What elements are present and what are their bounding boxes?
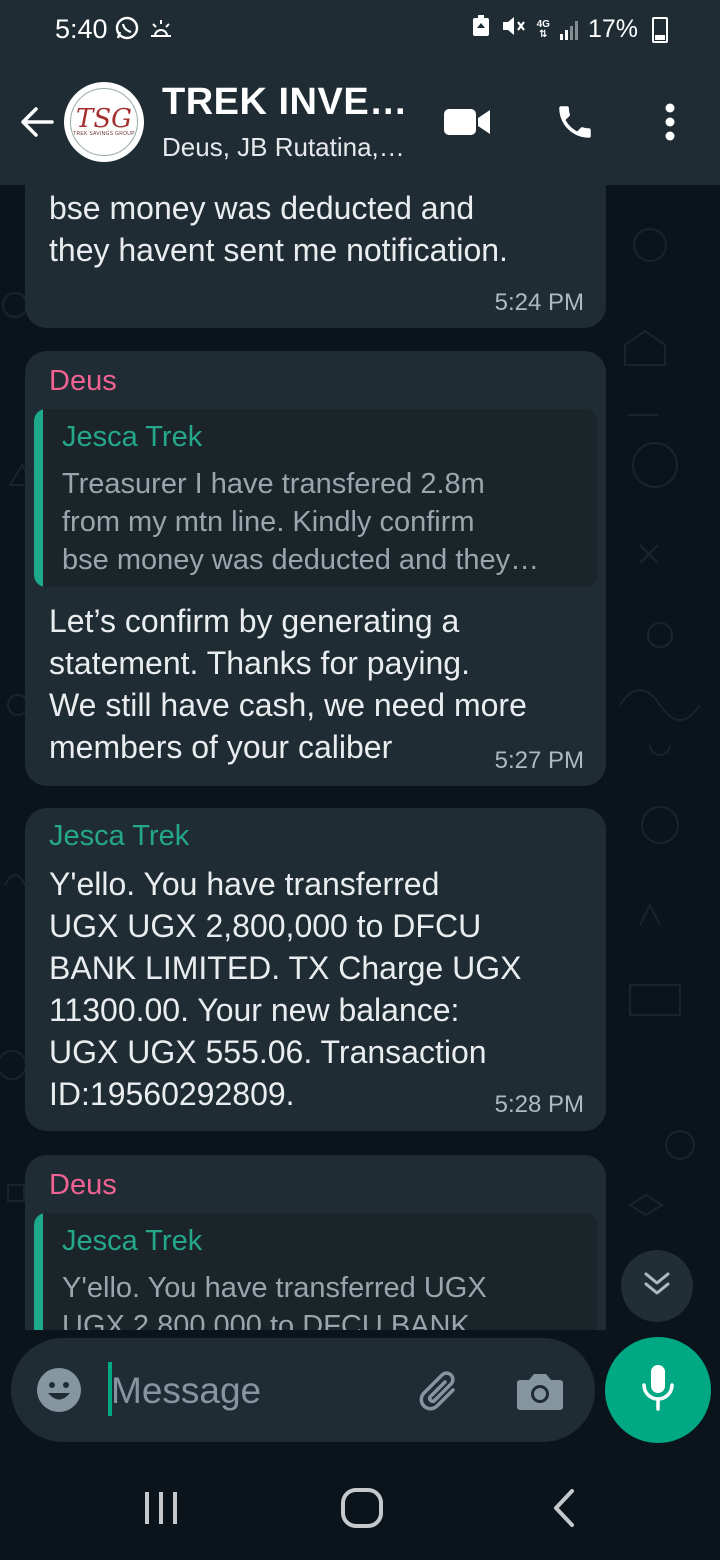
message-bubble[interactable]: bse money was deducted and they havent s… (25, 185, 606, 328)
status-bar: 5:40 4G ⇅ 17% (0, 0, 720, 62)
message-line: Let’s confirm by generating a (49, 603, 460, 639)
chat-title[interactable]: TREK INVE… (162, 81, 408, 124)
recent-apps-button[interactable] (131, 1480, 191, 1540)
paperclip-icon[interactable] (415, 1366, 467, 1418)
message-text: bse money was deducted and they havent s… (49, 187, 508, 271)
message-line: BANK LIMITED. TX Charge UGX (49, 950, 522, 986)
quoted-text: Y'ello. You have transferred UGX UGX 2,8… (62, 1269, 487, 1330)
message-line: statement. Thanks for paying. (49, 645, 470, 681)
message-line: Y'ello. You have transferred (49, 866, 440, 902)
status-time: 5:40 (55, 14, 108, 44)
message-text: Y'ello. You have transferred UGX UGX 2,8… (49, 863, 521, 1115)
message-bubble[interactable]: Deus Jesca Trek Treasurer I have transfe… (25, 351, 606, 786)
camera-icon[interactable] (515, 1368, 565, 1414)
quoted-line: Y'ello. You have transferred UGX (62, 1272, 487, 1304)
message-time: 5:28 PM (494, 1091, 584, 1118)
microphone-icon (640, 1363, 676, 1418)
signal-icon (559, 20, 578, 40)
more-options-button[interactable] (644, 98, 696, 150)
quoted-text: Treasurer I have transfered 2.8m from my… (62, 465, 539, 579)
avatar-caption: TREK SAVINGS GROUP (73, 131, 135, 137)
message-time: 5:27 PM (494, 747, 584, 774)
battery-icon (652, 16, 668, 43)
quoted-line: UGX 2,800,000 to DFCU BANK (62, 1310, 470, 1330)
scroll-to-bottom-button[interactable] (621, 1250, 693, 1322)
message-line: bse money was deducted and (49, 190, 475, 226)
quoted-line: from my mtn line. Kindly confirm (62, 506, 475, 538)
battery-percent: 17% (587, 15, 638, 43)
battery-saver-icon (471, 14, 491, 45)
quote-accent-bar (34, 409, 43, 587)
video-camera-icon (443, 106, 491, 143)
message-line: they havent sent me notification. (49, 232, 508, 268)
lte-icon: 4G ⇅ (536, 18, 550, 40)
message-text: Let’s confirm by generating a statement.… (49, 600, 527, 768)
quoted-message[interactable]: Jesca Trek Y'ello. You have transferred … (34, 1213, 597, 1330)
double-chevron-down-icon (640, 1269, 674, 1304)
quote-accent-bar (34, 1213, 43, 1330)
weather-icon (148, 16, 174, 45)
back-button[interactable] (535, 1480, 595, 1540)
home-icon (340, 1487, 384, 1534)
quoted-message[interactable]: Jesca Trek Treasurer I have transfered 2… (34, 409, 597, 587)
emoji-icon[interactable] (35, 1366, 83, 1414)
chat-participants[interactable]: Deus, JB Rutatina,… (162, 132, 405, 163)
kebab-menu-icon (664, 102, 676, 147)
message-line: UGX UGX 555.06. Transaction (49, 1034, 487, 1070)
message-sender[interactable]: Deus (49, 365, 117, 398)
quoted-sender: Jesca Trek (62, 1225, 203, 1257)
recent-apps-icon (141, 1490, 181, 1531)
network-type: 4G (536, 18, 550, 30)
message-line: We still have cash, we need more (49, 687, 527, 723)
message-sender[interactable]: Deus (49, 1169, 117, 1202)
voice-call-button[interactable] (549, 98, 601, 150)
mute-icon (501, 14, 527, 45)
phone-icon (554, 101, 596, 148)
message-time: 5:24 PM (494, 289, 584, 316)
message-line: 11300.00. Your new balance: (49, 992, 460, 1028)
message-bubble[interactable]: Jesca Trek Y'ello. You have transferred … (25, 808, 606, 1131)
message-bubble[interactable]: Deus Jesca Trek Y'ello. You have transfe… (25, 1155, 606, 1330)
message-input[interactable] (109, 1360, 403, 1422)
chat-header: TSG TREK SAVINGS GROUP TREK INVE… Deus, … (0, 62, 720, 185)
chat-messages[interactable]: bse money was deducted and they havent s… (0, 185, 720, 1330)
quoted-line: bse money was deducted and they… (62, 544, 540, 576)
message-input-bar[interactable] (11, 1338, 595, 1442)
back-chevron-icon (550, 1488, 580, 1533)
home-button[interactable] (332, 1480, 392, 1540)
avatar-monogram: TSG (76, 104, 132, 134)
system-navigation-bar (0, 1450, 720, 1560)
composer (0, 1330, 720, 1450)
message-line: UGX UGX 2,800,000 to DFCU (49, 908, 482, 944)
quoted-line: Treasurer I have transfered 2.8m (62, 468, 485, 500)
video-call-button[interactable] (441, 98, 493, 150)
message-line: members of your caliber (49, 729, 393, 765)
whatsapp-icon (114, 15, 140, 46)
group-avatar[interactable]: TSG TREK SAVINGS GROUP (64, 82, 144, 162)
quoted-sender: Jesca Trek (62, 421, 203, 453)
message-line: ID:19560292809. (49, 1076, 295, 1112)
message-sender[interactable]: Jesca Trek (49, 820, 189, 853)
voice-message-button[interactable] (605, 1337, 711, 1443)
back-arrow-icon[interactable] (16, 100, 60, 144)
